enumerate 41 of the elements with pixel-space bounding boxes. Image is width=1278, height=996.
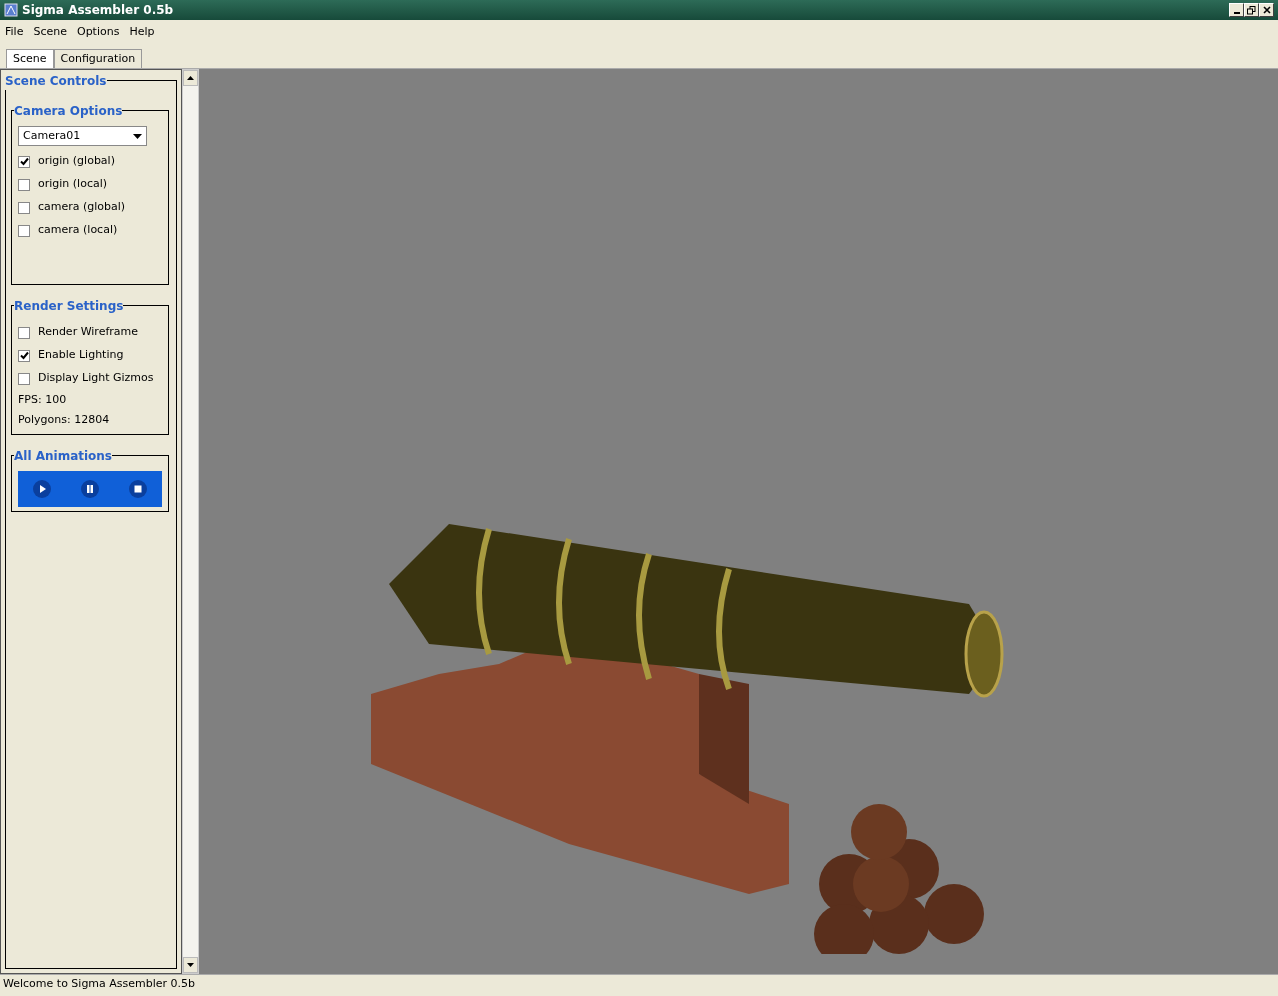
scroll-down-icon[interactable] <box>187 963 194 967</box>
checkbox-label: camera (global) <box>38 199 126 216</box>
restore-button[interactable] <box>1244 3 1259 17</box>
window-title: Sigma Assembler 0.5b <box>22 2 174 19</box>
tab[interactable]: Configuration <box>53 48 143 68</box>
stop-icon[interactable] <box>129 480 147 498</box>
close-icon <box>1262 6 1271 14</box>
checkbox[interactable] <box>18 372 30 385</box>
info-text: FPS: 100 <box>18 391 67 408</box>
checkbox-label: Render Wireframe <box>38 324 138 341</box>
group-title: Camera Options <box>14 102 123 120</box>
checkbox[interactable] <box>18 326 30 339</box>
checkbox[interactable] <box>18 349 30 362</box>
pause-icon[interactable] <box>81 480 99 498</box>
scrollbar[interactable] <box>182 69 199 974</box>
checkbox[interactable] <box>18 155 30 168</box>
menu-item[interactable]: Scene <box>28 24 72 41</box>
menu-item[interactable]: Help <box>124 24 160 41</box>
scroll-up-icon[interactable] <box>187 76 194 80</box>
menu-item[interactable]: Options <box>71 24 125 41</box>
play-icon[interactable] <box>33 480 51 498</box>
checkbox-label: camera (local) <box>38 222 118 239</box>
checkbox-label: Display Light Gizmos <box>38 370 154 387</box>
menu-item[interactable]: File <box>0 24 29 41</box>
checkbox-label: Enable Lighting <box>38 347 124 364</box>
tab[interactable]: Scene <box>6 48 54 68</box>
group-title: Render Settings <box>14 297 124 315</box>
group-title: Scene Controls <box>5 72 107 90</box>
dropdown[interactable]: Camera01 <box>18 126 147 146</box>
close-button[interactable] <box>1259 3 1274 17</box>
restore-icon <box>1247 5 1256 15</box>
checkbox[interactable] <box>18 201 30 214</box>
info-text: Polygons: 12804 <box>18 411 110 428</box>
caret-icon <box>133 133 142 139</box>
checkbox-label: origin (global) <box>38 153 115 170</box>
checkbox[interactable] <box>18 178 30 191</box>
checkbox[interactable] <box>18 224 30 237</box>
minimize-button[interactable] <box>1229 3 1244 17</box>
checkbox-label: origin (local) <box>38 176 108 193</box>
app-icon <box>4 3 18 17</box>
status-text: Welcome to Sigma Assembler 0.5b <box>3 976 196 993</box>
